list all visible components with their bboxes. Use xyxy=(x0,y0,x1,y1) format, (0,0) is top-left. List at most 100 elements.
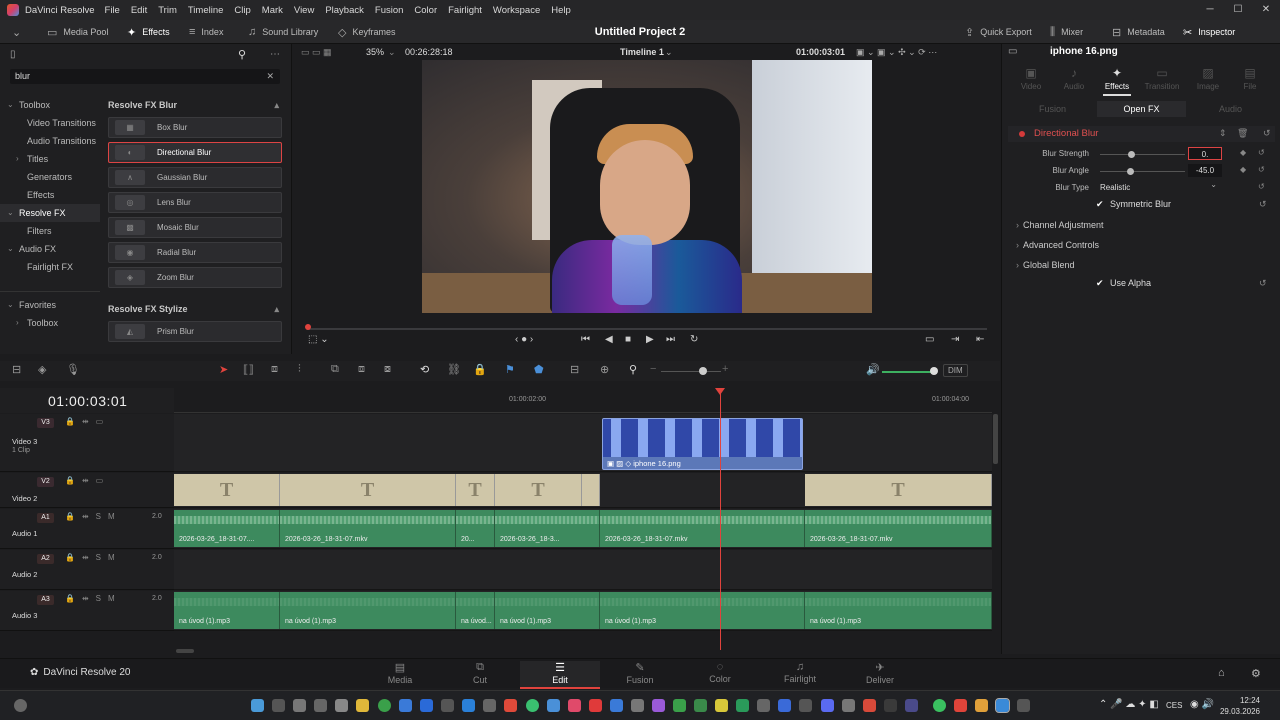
insert-clip-icon[interactable]: ⧉ xyxy=(331,363,339,376)
app-icon[interactable] xyxy=(673,699,686,712)
page-fairlight[interactable]: ♫ Fairlight xyxy=(760,661,840,684)
zoom-level[interactable]: 35% xyxy=(366,47,384,57)
maximize-icon[interactable]: ☐ xyxy=(1224,0,1252,20)
menu-mark[interactable]: Mark xyxy=(262,5,283,16)
audio-clip[interactable]: na úvod (1).mp3 xyxy=(495,592,600,629)
next-edit-icon[interactable]: ⇥ xyxy=(951,334,959,345)
title-clip[interactable]: T xyxy=(456,474,495,506)
viewer-options-icon[interactable]: ▣ ⌄ ▣ ⌄ ✣ ⌄ ⟳ ⋯ xyxy=(856,47,937,58)
menu-fusion[interactable]: Fusion xyxy=(375,5,404,16)
audio-clip[interactable]: 2026-03-26_18-31-07.... xyxy=(174,510,280,547)
slider-knob[interactable] xyxy=(1126,168,1134,175)
tab-effects[interactable]: ✦ Effects xyxy=(1095,66,1139,96)
reset-icon[interactable]: ↺ xyxy=(1258,148,1265,157)
dynamic-trim-icon[interactable]: ⧈ xyxy=(271,363,278,376)
dim-button[interactable]: DIM xyxy=(943,364,968,377)
menu-view[interactable]: View xyxy=(294,5,314,16)
zoom-out-icon[interactable]: − xyxy=(650,363,656,375)
reset-icon[interactable]: ↺ xyxy=(1258,165,1265,174)
timeline-name[interactable]: Timeline 1 xyxy=(620,47,664,57)
tab-image[interactable]: ▨ Image xyxy=(1186,66,1230,91)
reset-icon[interactable]: ↺ xyxy=(1263,128,1271,139)
viewer-layout-icon[interactable]: ▭ ▭ ▦ xyxy=(301,47,332,58)
timeline-dropdown-icon[interactable]: ⌄ xyxy=(665,47,673,58)
clock[interactable]: 12:24 29.03.2026 xyxy=(1220,695,1260,717)
inspector-layout-icon[interactable]: ▭ xyxy=(1008,46,1017,57)
audio-clip[interactable]: 2026-03-26_18-31-07.mkv xyxy=(280,510,456,547)
audio-clip[interactable]: 20... xyxy=(456,510,495,547)
timeline-view-icon[interactable]: ◈ xyxy=(38,363,46,376)
chrome-icon[interactable] xyxy=(378,699,391,712)
blur-angle-slider[interactable] xyxy=(1100,168,1185,175)
match-frame-icon[interactable]: ▭ xyxy=(925,334,934,345)
audio-clip[interactable]: na úvod (1).mp3 xyxy=(280,592,456,629)
menu-clip[interactable]: Clip xyxy=(234,5,250,16)
audio-clip[interactable]: 2026-03-26_18-31-07.mkv xyxy=(805,510,992,547)
app-icon[interactable] xyxy=(610,699,623,712)
audio-clip[interactable]: na úvod (1).mp3 xyxy=(600,592,805,629)
blur-strength-input[interactable]: 0. xyxy=(1188,147,1222,160)
viewer-scrub-bar[interactable] xyxy=(305,324,987,330)
page-fusion[interactable]: ✎ Fusion xyxy=(600,661,680,685)
app-icon[interactable] xyxy=(441,699,454,712)
app-icon[interactable] xyxy=(778,699,791,712)
input-language[interactable]: CES xyxy=(1166,701,1182,710)
effect-mosaic-blur[interactable]: ▩ Mosaic Blur xyxy=(108,217,282,238)
page-edit[interactable]: ☰ Edit xyxy=(520,661,600,689)
keyframes-button[interactable]: ◇ Keyframes xyxy=(338,20,395,44)
overwrite-clip-icon[interactable]: ⧈ xyxy=(358,363,365,376)
title-clip[interactable]: T xyxy=(805,474,992,506)
app-icon[interactable] xyxy=(863,699,876,712)
app-icon[interactable] xyxy=(975,699,988,712)
group-header-resolve-fx-blur[interactable]: Resolve FX Blur ▴ xyxy=(105,96,285,114)
blade-tool-icon[interactable]: ⫶ xyxy=(298,363,301,376)
menu-playback[interactable]: Playback xyxy=(325,5,364,16)
blur-angle-input[interactable]: -45.0 xyxy=(1188,164,1222,177)
timeline-scrollbar[interactable] xyxy=(174,648,992,654)
app-icon[interactable] xyxy=(652,699,665,712)
app-icon[interactable] xyxy=(631,699,644,712)
tray-icons[interactable]: ⌃ 🎤 ☁ ✦ ◧ xyxy=(1099,699,1159,710)
track-controls-icon[interactable]: 🔒⇹SM xyxy=(65,594,122,603)
app-icon[interactable] xyxy=(884,699,897,712)
title-clip[interactable]: T xyxy=(280,474,456,506)
menu-fairlight[interactable]: Fairlight xyxy=(448,5,482,16)
app-icon[interactable] xyxy=(715,699,728,712)
panel-toggle-button[interactable]: ⌄ xyxy=(12,20,27,44)
stop-icon[interactable]: ■ xyxy=(625,334,631,345)
davinci-taskbar-icon[interactable] xyxy=(995,698,1010,713)
flag-icon[interactable]: ⚑ xyxy=(505,363,515,376)
section-advanced-controls[interactable]: › Advanced Controls xyxy=(1016,240,1099,250)
zoom-slider[interactable] xyxy=(661,371,721,372)
track-controls-icon[interactable]: 🔒⇹SM xyxy=(65,553,122,562)
excel-icon[interactable] xyxy=(736,699,749,712)
audio-clip[interactable]: na úvod (1).mp3 xyxy=(805,592,992,629)
quick-export-button[interactable]: ⇪ Quick Export xyxy=(965,20,1032,44)
close-icon[interactable]: ✕ xyxy=(1252,0,1280,20)
effect-gaussian-blur[interactable]: ∧ Gaussian Blur xyxy=(108,167,282,188)
track-header-v2[interactable]: V2 🔒⇹▭ Video 2 xyxy=(0,473,174,508)
metadata-button[interactable]: ⊟ Metadata xyxy=(1112,20,1165,44)
detail-zoom-icon[interactable]: ⊕ xyxy=(600,363,609,376)
group-header-resolve-fx-stylize[interactable]: Resolve FX Stylize ▴ xyxy=(105,300,285,318)
delete-icon[interactable]: 🗑 xyxy=(1237,128,1248,139)
track-header-v3[interactable]: V3 🔒⇹▭ Video 3 1 Clip xyxy=(0,414,174,472)
app-icon[interactable] xyxy=(799,699,812,712)
last-frame-icon[interactable]: ⇤ xyxy=(976,334,984,345)
menu-workspace[interactable]: Workspace xyxy=(493,5,540,16)
effects-button[interactable]: ✦ Effects xyxy=(127,20,170,44)
app-icon[interactable] xyxy=(589,699,602,712)
app-icon[interactable] xyxy=(420,699,433,712)
page-color[interactable]: ◌ Color xyxy=(680,661,760,684)
reset-icon[interactable]: ↺ xyxy=(1259,278,1267,289)
reset-icon[interactable]: ↺ xyxy=(1258,182,1265,191)
spotify-icon[interactable] xyxy=(933,699,946,712)
tab-video[interactable]: ▣ Video xyxy=(1009,66,1053,91)
index-button[interactable]: ≡ Index xyxy=(189,20,223,44)
minimize-icon[interactable]: ─ xyxy=(1196,0,1224,20)
settings-icon[interactable]: ⚙ xyxy=(1251,667,1261,680)
app-icon[interactable] xyxy=(483,699,496,712)
tree-item-generators[interactable]: Generators xyxy=(0,168,100,186)
tab-transition[interactable]: ▭ Transition xyxy=(1140,66,1184,91)
tree-item-video-transitions[interactable]: Video Transitions xyxy=(0,114,100,132)
